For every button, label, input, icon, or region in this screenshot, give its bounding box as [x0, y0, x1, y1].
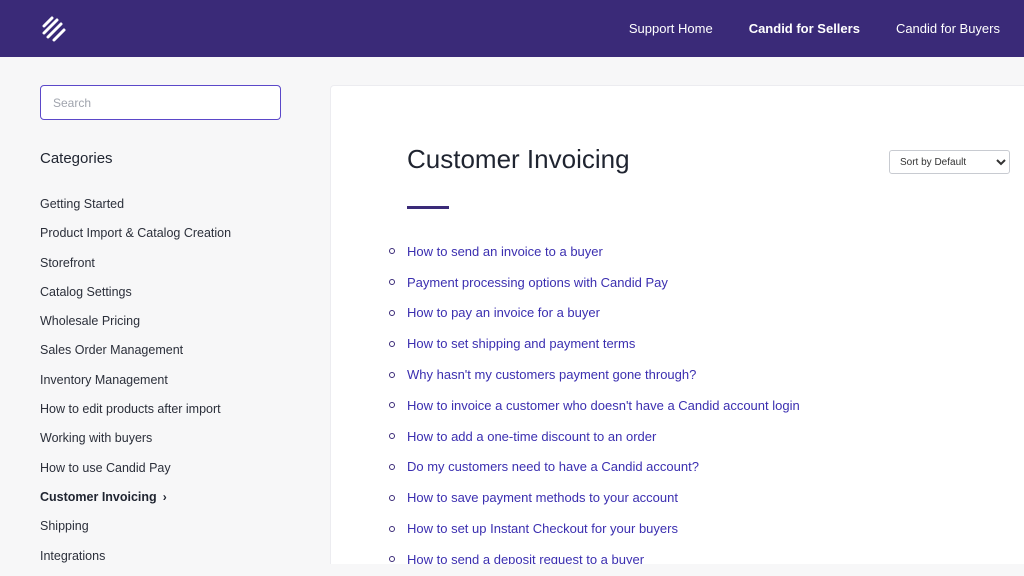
article-panel: Customer Invoicing Sort by Default How t… — [330, 85, 1024, 564]
article-item: Why hasn't my customers payment gone thr… — [389, 359, 800, 390]
bullet-icon — [389, 463, 395, 470]
category-label: Working with buyers — [40, 431, 153, 446]
top-header: Support Home Candid for Sellers Candid for… — [0, 0, 1024, 57]
article-item: How to pay an invoice for a buyer — [389, 298, 800, 329]
category-label: Shipping — [40, 519, 89, 534]
category-label: Catalog Settings — [40, 284, 132, 299]
category-label: How to use Candid Pay — [40, 460, 171, 475]
bullet-icon — [389, 525, 395, 532]
bullet-icon — [389, 279, 395, 286]
article-link[interactable]: How to invoice a customer who doesn't ha… — [407, 398, 800, 413]
article-item: How to set up Instant Checkout for your … — [389, 513, 800, 544]
category-label: Getting Started — [40, 197, 125, 211]
article-link[interactable]: How to set up Instant Checkout for your … — [407, 521, 678, 536]
category-item[interactable]: How to use Candid Pay — [40, 459, 231, 488]
search-input[interactable] — [40, 85, 281, 120]
category-label: How to edit products after import — [40, 402, 221, 417]
article-item: How to save payment methods to your acco… — [389, 482, 800, 513]
article-link[interactable]: How to send a deposit request to a buyer — [407, 552, 644, 564]
top-nav: Support Home Candid for Sellers Candid for… — [629, 0, 1000, 57]
category-item[interactable]: Storefront — [40, 254, 231, 283]
category-item[interactable]: Customer Invoicing › — [40, 488, 231, 517]
article-link[interactable]: Why hasn't my customers payment gone thr… — [407, 367, 696, 382]
category-label: Wholesale Pricing — [40, 314, 141, 329]
category-label: Product Import & Catalog Creation — [40, 226, 232, 241]
article-link[interactable]: How to send an invoice to a buyer — [407, 244, 603, 259]
category-item[interactable]: Sales Order Management — [40, 341, 231, 370]
article-list: How to send an invoice to a buyer Payment… — [389, 236, 800, 564]
sort-select[interactable]: Sort by Default — [889, 150, 1010, 174]
nav-link-candid-for-sellers[interactable]: Candid for Sellers — [749, 21, 860, 36]
category-item[interactable]: Catalog Settings — [40, 283, 231, 312]
category-label: Storefront — [40, 255, 95, 270]
bullet-icon — [389, 371, 395, 378]
category-item[interactable]: Shipping — [40, 517, 231, 546]
category-label: Customer Invoicing — [40, 489, 157, 504]
article-item: Do my customers need to have a Candid ac… — [389, 452, 800, 483]
category-item[interactable]: Working with buyers — [40, 429, 231, 458]
category-item[interactable]: Wholesale Pricing — [40, 312, 231, 341]
article-item: How to send an invoice to a buyer — [389, 236, 800, 267]
chevron-right-icon: › — [162, 489, 167, 504]
category-item[interactable]: Inventory Management — [40, 371, 231, 400]
article-item: How to add a one-time discount to an ord… — [389, 421, 800, 452]
article-link[interactable]: How to add a one-time discount to an ord… — [407, 429, 656, 444]
bullet-icon — [389, 248, 395, 255]
article-link[interactable]: How to save payment methods to your acco… — [407, 490, 678, 505]
category-label: Inventory Management — [40, 372, 168, 387]
page-title: Customer Invoicing — [407, 144, 630, 174]
category-item[interactable]: Integrations — [40, 547, 231, 576]
article-item: How to invoice a customer who doesn't ha… — [389, 390, 800, 421]
article-item: How to send a deposit request to a buyer — [389, 544, 800, 564]
bullet-icon — [389, 556, 395, 563]
sidebar: Categories Getting Started Product Import… — [40, 85, 281, 563]
bullet-icon — [389, 494, 395, 501]
category-item[interactable]: Getting Started — [40, 195, 231, 224]
category-item[interactable]: Product Import & Catalog Creation — [40, 224, 231, 253]
category-list: Getting Started Product Import & Catalog … — [40, 195, 231, 576]
candid-logo-icon[interactable] — [40, 16, 70, 44]
article-link[interactable]: Do my customers need to have a Candid ac… — [407, 459, 699, 474]
article-link[interactable]: How to pay an invoice for a buyer — [407, 305, 600, 320]
category-item[interactable]: How to edit products after import — [40, 400, 231, 429]
nav-link-candid-for-buyers[interactable]: Candid for Buyers — [896, 21, 1000, 36]
article-link[interactable]: Payment processing options with Candid P… — [407, 275, 668, 290]
category-label: Sales Order Management — [40, 343, 184, 358]
categories-heading: Categories — [40, 150, 113, 167]
article-item: Payment processing options with Candid P… — [389, 267, 800, 298]
nav-link-support-home[interactable]: Support Home — [629, 21, 713, 36]
bullet-icon — [389, 402, 395, 409]
category-label: Integrations — [40, 548, 106, 563]
bullet-icon — [389, 340, 395, 347]
bullet-icon — [389, 309, 395, 316]
title-underline — [407, 206, 449, 209]
bullet-icon — [389, 433, 395, 440]
article-item: How to set shipping and payment terms — [389, 328, 800, 359]
article-link[interactable]: How to set shipping and payment terms — [407, 336, 635, 351]
